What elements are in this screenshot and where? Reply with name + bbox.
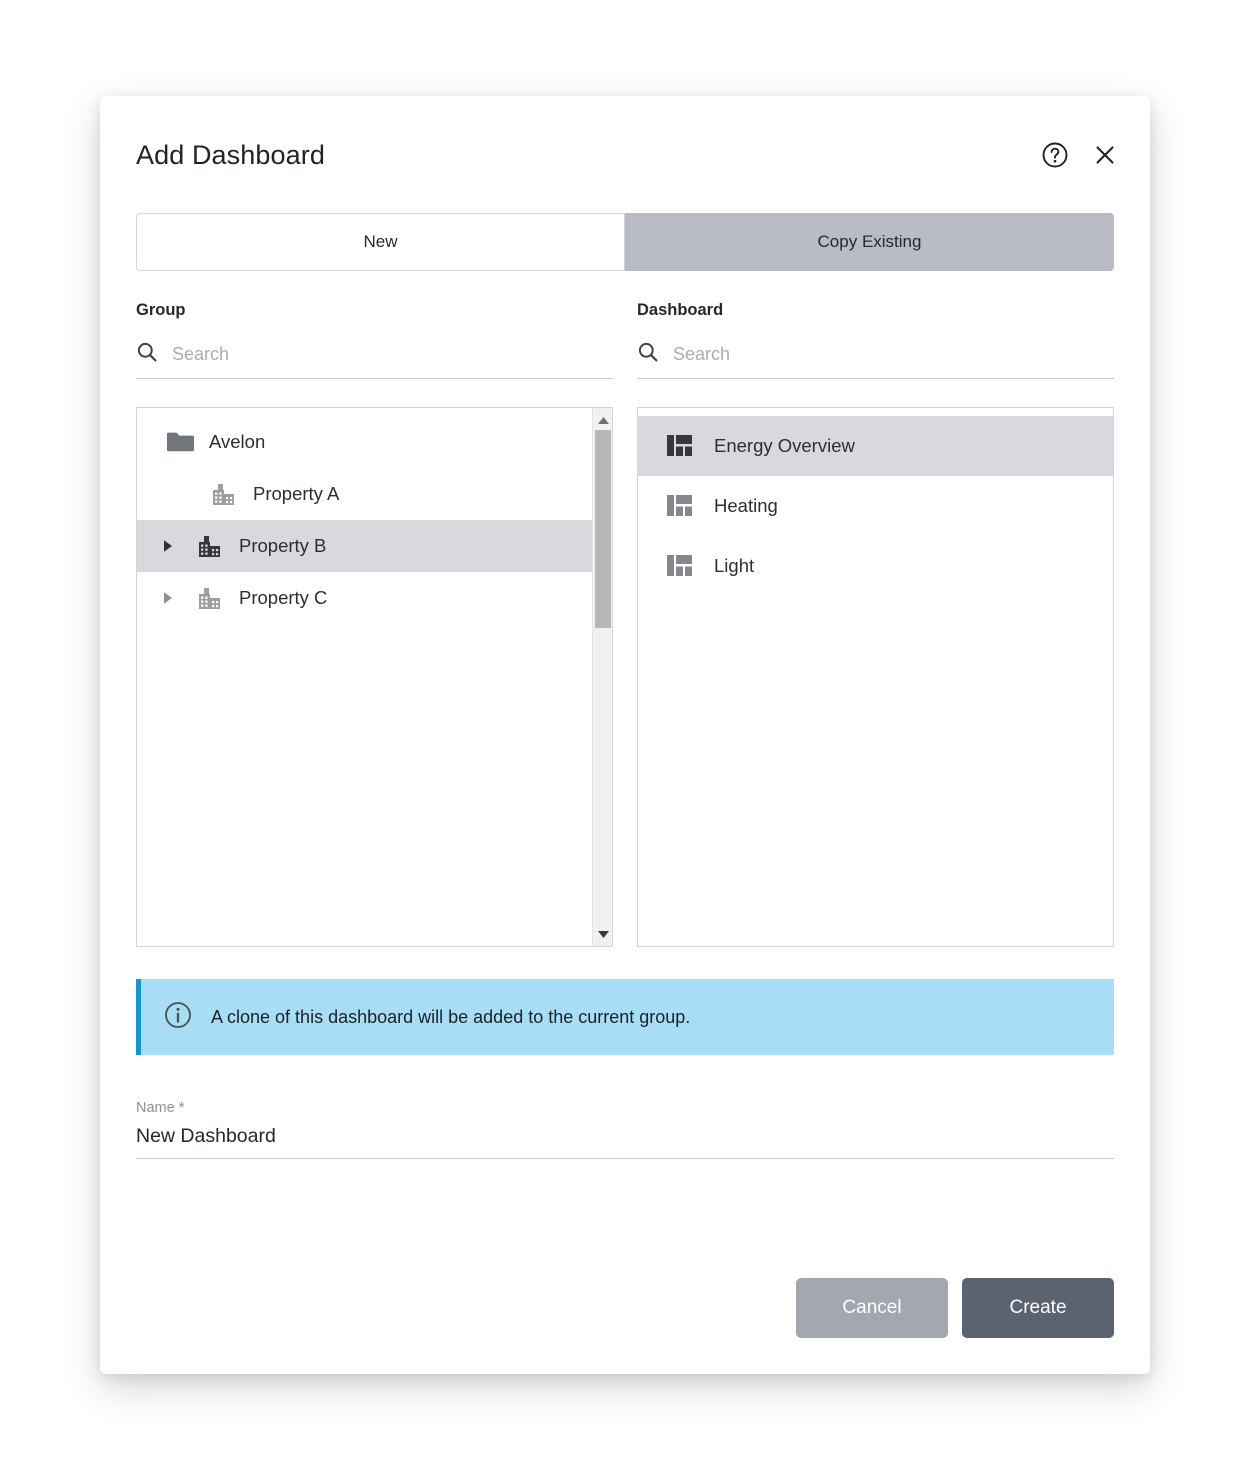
group-column: Group Search Avelon Property A Property …: [136, 301, 613, 947]
folder-icon: [163, 430, 197, 454]
name-input[interactable]: [136, 1125, 1114, 1148]
info-banner: A clone of this dashboard will be added …: [136, 979, 1114, 1055]
tab-new[interactable]: New: [136, 213, 625, 271]
dashboard-search-input[interactable]: [673, 344, 1114, 365]
dashboard-layout-icon: [666, 555, 692, 577]
page-background: Add Dashboard New Copy Existing Group Se…: [0, 0, 1250, 1475]
chevron-right-icon[interactable]: [155, 539, 181, 553]
modal-header: Add Dashboard: [100, 96, 1150, 184]
tree-row-label: Avelon: [209, 431, 266, 452]
caret-down-icon[interactable]: [593, 924, 612, 944]
page-title: Add Dashboard: [136, 140, 325, 170]
building-icon: [207, 480, 241, 508]
search-icon: [136, 341, 158, 368]
create-button[interactable]: Create: [962, 1278, 1114, 1338]
dashboard-layout-icon: [666, 435, 692, 457]
dashboard-listbox[interactable]: Energy Overview Heating Light: [637, 407, 1114, 947]
group-search-input[interactable]: [172, 344, 613, 365]
list-item-label: Light: [714, 555, 755, 576]
modal-footer: Cancel Create: [100, 1278, 1150, 1374]
list-item-label: Energy Overview: [714, 435, 855, 456]
list-item[interactable]: Energy Overview: [638, 416, 1113, 476]
dashboard-list: Energy Overview Heating Light: [638, 408, 1113, 596]
tree-row-label: Property A: [253, 483, 340, 504]
cancel-button[interactable]: Cancel: [796, 1278, 948, 1338]
dashboard-label: Dashboard: [637, 301, 724, 319]
mode-tabs: New Copy Existing: [136, 213, 1114, 271]
list-item[interactable]: Heating: [638, 476, 1113, 536]
tab-new-label: New: [363, 232, 398, 251]
building-icon: [193, 532, 227, 560]
selection-columns: Group Search Avelon Property A Property …: [136, 301, 1114, 947]
name-field: Name *: [136, 1100, 1114, 1159]
scrollbar-thumb[interactable]: [595, 430, 611, 628]
dashboard-column: Dashboard Search Energy Overview Heating…: [637, 301, 1114, 947]
tree-row[interactable]: Avelon: [137, 416, 612, 468]
header-actions: [1040, 140, 1120, 170]
list-item-label: Heating: [714, 495, 778, 516]
group-label: Group: [136, 301, 186, 319]
group-tree-listbox[interactable]: Avelon Property A Property B Property C: [136, 407, 613, 947]
add-dashboard-modal: Add Dashboard New Copy Existing Group Se…: [100, 96, 1150, 1374]
close-icon[interactable]: [1090, 140, 1120, 170]
name-field-label: Name *: [136, 1100, 185, 1116]
tree-row[interactable]: Property C: [137, 572, 612, 624]
tree-row-label: Property C: [239, 587, 328, 608]
tree-row-label: Property B: [239, 535, 327, 556]
dashboard-search-row: [637, 342, 1114, 379]
tab-copy-existing-label: Copy Existing: [817, 232, 922, 251]
info-message: A clone of this dashboard will be added …: [211, 1006, 691, 1027]
list-item[interactable]: Light: [638, 536, 1113, 596]
caret-up-icon[interactable]: [593, 410, 612, 430]
search-icon: [637, 341, 659, 368]
help-circle-icon[interactable]: [1040, 140, 1070, 170]
tree-row[interactable]: Property B: [137, 520, 612, 572]
group-tree-scrollbar[interactable]: [592, 408, 612, 946]
tree-row[interactable]: Property A: [137, 468, 612, 520]
building-icon: [193, 584, 227, 612]
group-tree: Avelon Property A Property B Property C: [137, 408, 612, 624]
dashboard-layout-icon: [666, 495, 692, 517]
chevron-right-icon[interactable]: [155, 591, 181, 605]
info-circle-icon: [163, 1000, 193, 1035]
tab-copy-existing[interactable]: Copy Existing: [625, 213, 1114, 271]
group-search-row: [136, 342, 613, 379]
